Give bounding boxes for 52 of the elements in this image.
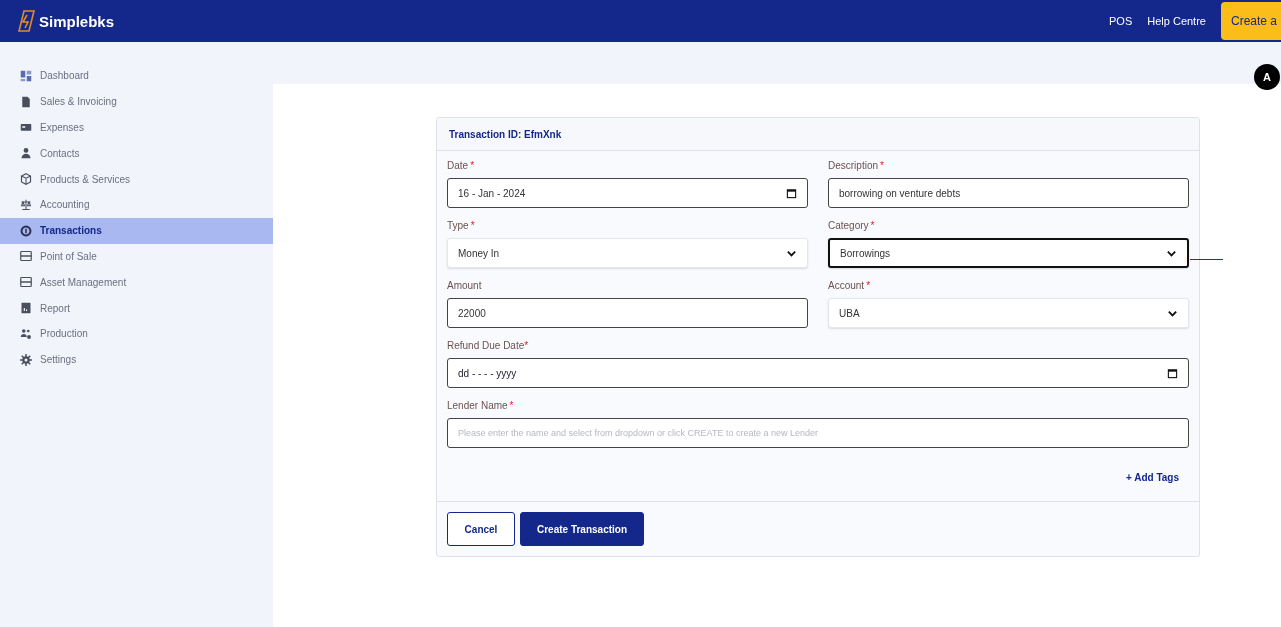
input-field[interactable]: 22000 bbox=[447, 298, 808, 328]
avatar[interactable]: A bbox=[1254, 64, 1280, 90]
date-field[interactable]: dd - - - - yyyy bbox=[447, 358, 1189, 388]
dropdown-field[interactable]: Borrowings bbox=[828, 238, 1189, 268]
sidebar-item[interactable]: Accounting bbox=[0, 192, 273, 218]
create-button[interactable]: Create a bbox=[1220, 2, 1281, 40]
person-icon bbox=[20, 147, 32, 160]
logo-icon bbox=[18, 10, 35, 32]
sidebar-item[interactable]: Report bbox=[0, 295, 273, 321]
wallet-icon bbox=[20, 121, 32, 134]
file-icon bbox=[20, 95, 32, 108]
dropdown-field[interactable]: UBA bbox=[828, 298, 1189, 328]
sidebar-item[interactable]: Settings bbox=[0, 346, 273, 373]
field-label: Description * bbox=[828, 159, 885, 173]
scale-icon bbox=[20, 198, 32, 211]
header-link[interactable]: POS bbox=[1109, 15, 1133, 27]
sidebar-item[interactable]: Point of Sale bbox=[0, 243, 273, 270]
field-label: Lender Name * bbox=[447, 399, 515, 413]
calendar-icon[interactable] bbox=[786, 187, 797, 199]
sidebar-item[interactable]: Dashboard bbox=[0, 63, 273, 89]
field-label: Type * bbox=[447, 219, 476, 233]
card-icon bbox=[20, 250, 32, 263]
report-icon bbox=[20, 302, 32, 315]
sidebar-item[interactable]: Products & Services bbox=[0, 166, 273, 192]
sidebar-item[interactable]: Transactions bbox=[0, 217, 273, 244]
cycle-icon bbox=[20, 224, 32, 237]
dropdown-field[interactable]: Money In bbox=[447, 238, 808, 268]
brand-name: Simplebks bbox=[39, 12, 115, 30]
sidebar-item[interactable]: Expenses bbox=[0, 114, 273, 141]
header-link[interactable]: Help Centre bbox=[1147, 15, 1206, 27]
field-label: Date * bbox=[447, 159, 476, 173]
card-title: Transaction ID: EfmXnk bbox=[449, 128, 562, 140]
indicator-line bbox=[1190, 259, 1223, 260]
field-label: Amount bbox=[447, 279, 483, 293]
sidebar-item[interactable]: Contacts bbox=[0, 140, 273, 167]
field-label: Refund Due Date* bbox=[447, 339, 530, 353]
gear-icon bbox=[20, 353, 32, 366]
field-label: Account * bbox=[828, 279, 872, 293]
sidebar-item[interactable]: Production bbox=[0, 320, 273, 347]
box-icon bbox=[20, 173, 32, 186]
sidebar-item[interactable]: Sales & Invoicing bbox=[0, 88, 273, 115]
input-field[interactable]: borrowing on venture debts bbox=[828, 178, 1189, 208]
submit-button[interactable]: Create Transaction bbox=[520, 512, 645, 546]
calendar-icon[interactable] bbox=[1167, 367, 1178, 379]
add-tags-link[interactable]: + Add Tags bbox=[1125, 472, 1179, 483]
field-label: Category * bbox=[828, 219, 876, 233]
people-icon bbox=[20, 327, 32, 340]
sidebar-item[interactable]: Asset Management bbox=[0, 269, 273, 296]
date-field[interactable]: 16 - Jan - 2024 bbox=[447, 178, 808, 208]
card-icon bbox=[20, 276, 32, 289]
cancel-button[interactable]: Cancel bbox=[447, 512, 515, 546]
dashboard-icon bbox=[20, 69, 32, 82]
